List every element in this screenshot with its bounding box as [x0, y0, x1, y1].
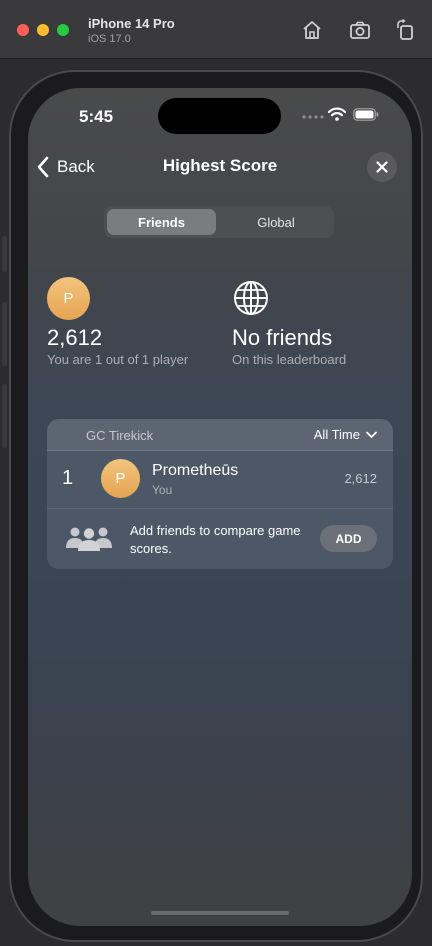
rotate-icon[interactable] [395, 19, 417, 41]
leaderboard-row[interactable]: 1 P Prometheūs You 2,612 [47, 450, 393, 509]
page-title: Highest Score [162, 156, 278, 175]
friends-status-title: No friends [232, 325, 333, 350]
time-filter-dropdown[interactable]: All Time [314, 427, 377, 442]
people-icon [66, 527, 112, 551]
player-rank-text: You are 1 out of 1 player [47, 352, 189, 367]
row-rank: 1 [62, 467, 74, 489]
time-filter-label: All Time [313, 427, 360, 442]
window-close-button[interactable] [17, 24, 29, 36]
simulator-toolbar: iPhone 14 Pro iOS 17.0 [0, 0, 432, 59]
dynamic-island [158, 98, 281, 134]
add-friends-button[interactable]: ADD [320, 525, 377, 552]
wifi-icon [328, 107, 346, 121]
window-minimize-button[interactable] [37, 24, 49, 36]
close-button[interactable] [367, 152, 397, 182]
row-player-subtitle: You [152, 483, 173, 497]
globe-icon [234, 281, 268, 315]
leaderboard-name: GC Tirekick [86, 428, 154, 443]
segment-global[interactable]: Global [221, 209, 331, 235]
status-time: 5:45 [79, 107, 114, 126]
player-score: 2,612 [47, 325, 103, 350]
device-volume-down-button [2, 384, 7, 448]
scope-segmented-control: Friends Global [104, 206, 334, 238]
row-avatar: P [101, 459, 140, 498]
screenshot-icon[interactable] [349, 19, 371, 41]
device-action-button [2, 236, 7, 272]
friends-status-subtitle: On this leaderboard [232, 352, 347, 367]
home-icon[interactable] [301, 19, 323, 41]
leaderboard-card: GC Tirekick All Time 1 P Prometheūs You … [47, 419, 393, 569]
leaderboard-header: GC Tirekick All Time [47, 419, 393, 451]
close-icon [376, 161, 388, 173]
invite-friends-row: Add friends to compare game scores. ADD [47, 509, 393, 569]
row-player-name: Prometheūs [152, 462, 239, 479]
home-indicator[interactable] [151, 911, 289, 915]
device-screen: 5:45 Back Highest Score Friends Global P… [28, 88, 412, 926]
row-score: 2,612 [344, 471, 377, 486]
device-volume-up-button [2, 302, 7, 366]
device-os-version: iOS 17.0 [88, 33, 131, 45]
player-avatar: P [47, 277, 90, 320]
battery-icon [353, 108, 379, 121]
invite-text: Add friends to compare game scores. [130, 523, 301, 556]
segment-friends[interactable]: Friends [107, 209, 216, 235]
device-name: iPhone 14 Pro [88, 16, 175, 31]
signal-dots-icon [302, 115, 324, 119]
chevron-down-icon [366, 431, 377, 438]
window-zoom-button[interactable] [57, 24, 69, 36]
